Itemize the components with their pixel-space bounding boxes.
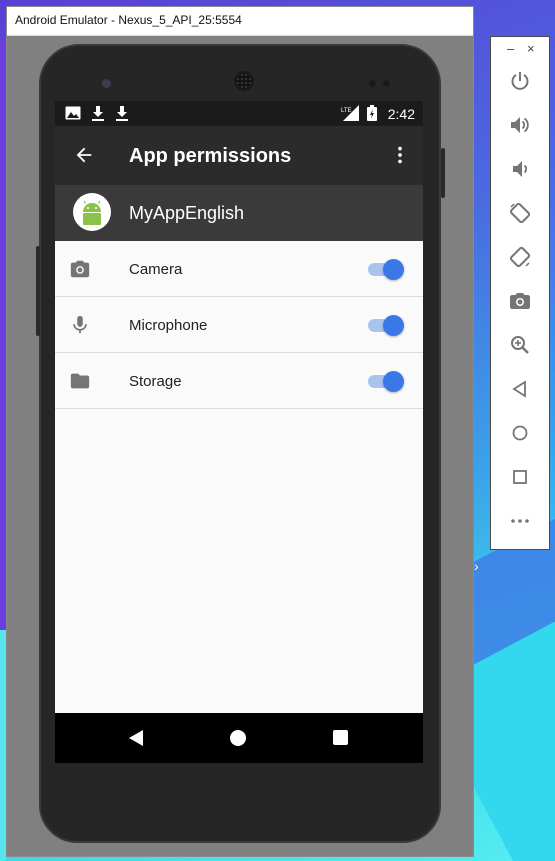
emulator-window: Android Emulator - Nexus_5_API_25:5554 L… [6, 6, 474, 857]
volume-up-icon [511, 117, 529, 133]
status-time: 2:42 [387, 106, 415, 122]
lte-signal-icon: LTE [341, 105, 359, 121]
nav-back-icon[interactable] [128, 729, 144, 747]
svg-text:LTE: LTE [341, 108, 352, 114]
volume-down-button[interactable] [508, 157, 532, 181]
zoom-button[interactable] [508, 333, 532, 357]
microphone-toggle[interactable] [368, 315, 404, 336]
earpiece-speaker [234, 71, 254, 91]
status-bar: LTE 2:42 [55, 101, 423, 126]
permission-list: Camera Microphone Storage [55, 241, 423, 409]
light-sensor [383, 80, 390, 87]
overview-icon [513, 470, 527, 484]
back-icon [512, 380, 526, 398]
rotate-right-icon [509, 246, 531, 268]
permission-label: Microphone [129, 317, 208, 334]
battery-icon [367, 105, 377, 121]
rotate-left-button[interactable] [508, 201, 532, 225]
download-icon [116, 106, 128, 121]
download-icon [92, 106, 104, 121]
app-avatar [73, 193, 111, 231]
microphone-icon [73, 315, 87, 334]
permission-row-storage[interactable]: Storage [55, 353, 423, 409]
nav-home-icon[interactable] [230, 730, 246, 746]
permission-row-camera[interactable]: Camera [55, 241, 423, 297]
device-screen: LTE 2:42 App permissions MyAppEnglish Ca… [55, 101, 423, 763]
window-title: Android Emulator - Nexus_5_API_25:5554 [7, 7, 473, 36]
panel-expand-icon[interactable]: › [474, 558, 479, 574]
home-icon [512, 425, 528, 441]
power-icon [511, 72, 529, 90]
minimize-button[interactable]: – [507, 41, 514, 56]
camera-toggle[interactable] [368, 259, 404, 280]
front-camera [102, 79, 111, 88]
more-button[interactable] [508, 509, 532, 533]
permission-row-microphone[interactable]: Microphone [55, 297, 423, 353]
volume-rocker [36, 246, 40, 336]
app-name: MyAppEnglish [129, 203, 245, 223]
more-icon [511, 519, 529, 523]
rotate-left-icon [509, 202, 531, 224]
proximity-sensor [369, 80, 376, 87]
permission-label: Storage [129, 373, 182, 390]
back-button[interactable] [508, 377, 532, 401]
photo-notification-icon [65, 106, 81, 120]
power-button[interactable] [508, 69, 532, 93]
app-bar: App permissions [55, 126, 423, 185]
camera-icon [70, 260, 90, 278]
toggle-thumb [383, 259, 404, 280]
toggle-thumb [383, 371, 404, 392]
close-button[interactable]: × [527, 41, 535, 56]
screenshot-icon [510, 293, 530, 309]
android-robot-icon [83, 200, 101, 225]
permission-label: Camera [129, 261, 183, 278]
panel-header: – × [491, 37, 549, 61]
app-header: MyAppEnglish [55, 185, 423, 241]
screenshot-button[interactable] [508, 289, 532, 313]
more-vert-icon[interactable] [389, 143, 411, 167]
navigation-bar [55, 713, 423, 763]
nav-overview-icon[interactable] [333, 730, 348, 745]
page-title: App permissions [129, 145, 292, 167]
power-key [441, 148, 445, 198]
toggle-thumb [383, 315, 404, 336]
home-button[interactable] [508, 421, 532, 445]
volume-up-button[interactable] [508, 113, 532, 137]
overview-button[interactable] [508, 465, 532, 489]
folder-icon [70, 373, 90, 389]
emulator-control-panel: – × [490, 36, 550, 550]
rotate-right-button[interactable] [508, 245, 532, 269]
arrow-back-icon[interactable] [73, 144, 95, 166]
volume-down-icon [513, 161, 528, 177]
storage-toggle[interactable] [368, 371, 404, 392]
zoom-icon [511, 336, 529, 354]
